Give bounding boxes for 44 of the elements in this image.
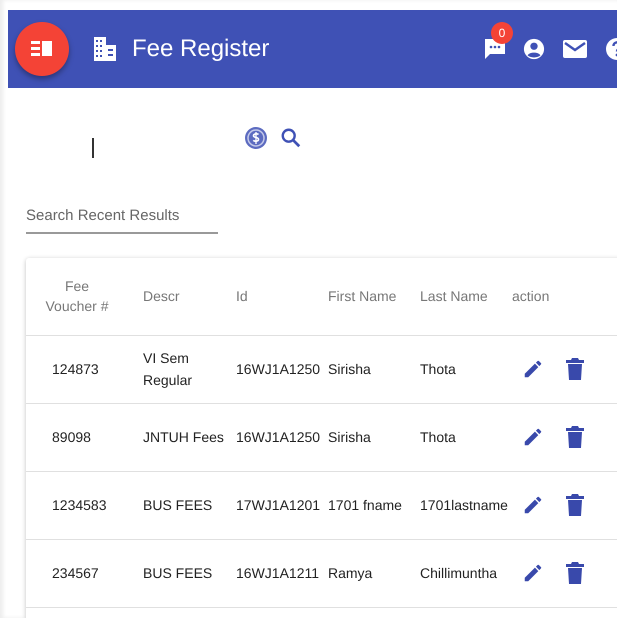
table-cell-text: 1701 fname — [328, 496, 403, 515]
table-cell-text: Ramya — [328, 564, 374, 583]
edit-icon[interactable] — [522, 494, 544, 516]
table-cell-text: 16WJ1A1250 — [236, 428, 322, 447]
search-icon[interactable] — [280, 127, 302, 149]
table-cell-text: 89098 — [52, 428, 92, 447]
table-cell-text: 1701lastname — [420, 496, 509, 515]
table-cell-text: 16WJ1A1211 — [236, 564, 320, 583]
table-cell-text: Chillimuntha — [420, 564, 498, 583]
app-title: Fee Register — [132, 34, 270, 64]
column-header: Descr — [143, 286, 181, 306]
search-field[interactable]: Search Recent Results — [26, 205, 218, 234]
table-cell-text: 124873 — [52, 360, 100, 379]
delete-icon[interactable] — [566, 425, 584, 449]
table-cell-text: JNTUH Fees — [143, 428, 225, 447]
menu-icon — [31, 40, 53, 58]
table-cell-text: VI Sem Regular — [143, 349, 194, 390]
menu-button[interactable] — [15, 22, 69, 76]
dollar-coin-icon[interactable] — [244, 126, 268, 150]
edit-icon[interactable] — [522, 358, 544, 380]
table-cell-text: Thota — [420, 360, 457, 379]
column-header: Id — [236, 286, 249, 306]
account-icon[interactable] — [523, 38, 545, 60]
table-cell-text: Thota — [420, 428, 457, 447]
table-cell-text: BUS FEES — [143, 564, 214, 583]
building-icon — [94, 37, 116, 61]
column-header: First Name — [328, 286, 398, 306]
column-header: action — [512, 286, 550, 306]
edit-icon[interactable] — [522, 426, 544, 448]
table-cell-text: 1234583 — [52, 496, 108, 515]
edit-icon[interactable] — [522, 562, 544, 584]
table-cell-text: Sirisha — [328, 428, 372, 447]
table-cell-text: 17WJ1A1201 — [236, 496, 322, 515]
table-cell-text: Sirisha — [328, 360, 372, 379]
column-header: Last Name — [420, 286, 489, 306]
mail-icon[interactable] — [563, 39, 587, 59]
delete-icon[interactable] — [566, 493, 584, 517]
table-cell-text: 16WJ1A1250 — [236, 360, 322, 379]
delete-icon[interactable] — [566, 357, 584, 381]
table-cell-text: 234567 — [52, 564, 100, 583]
column-header: Fee Voucher # — [44, 277, 110, 316]
table-cell-text: BUS FEES — [143, 496, 214, 515]
notification-badge: 0 — [491, 22, 513, 44]
delete-icon[interactable] — [566, 561, 584, 585]
